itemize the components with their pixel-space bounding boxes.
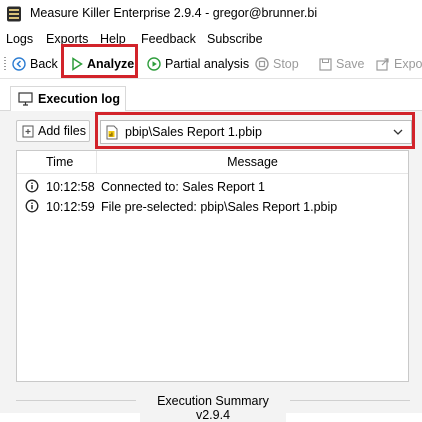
play-circle-icon (147, 57, 161, 71)
tab-execution-log[interactable]: Execution log (10, 86, 126, 111)
stop-button[interactable]: Stop (255, 54, 299, 74)
save-button[interactable]: Save (319, 54, 365, 74)
column-message[interactable]: Message (97, 155, 408, 169)
tab-label: Execution log (38, 92, 120, 106)
save-label: Save (336, 57, 365, 71)
toolbar-grip (4, 57, 6, 71)
menu-logs[interactable]: Logs (6, 32, 33, 46)
info-icon (25, 179, 39, 193)
window-title: Measure Killer Enterprise 2.9.4 - gregor… (30, 6, 318, 20)
execution-summary-title: Execution Summary v2.9.4 (140, 394, 286, 422)
summary-divider-left (16, 400, 136, 401)
export-label: Expor (394, 57, 422, 71)
title-bar: Measure Killer Enterprise 2.9.4 - gregor… (0, 0, 422, 28)
info-icon (25, 199, 39, 213)
export-icon (376, 57, 389, 71)
stop-label: Stop (273, 57, 299, 71)
back-label: Back (30, 57, 58, 71)
stop-icon (255, 57, 269, 71)
add-files-button[interactable]: Add files (16, 120, 90, 142)
floppy-disk-icon (319, 57, 332, 71)
monitor-icon (18, 92, 33, 106)
log-time: 10:12:58 (46, 180, 95, 194)
back-arrow-icon (12, 57, 26, 71)
menu-subscribe[interactable]: Subscribe (207, 32, 263, 46)
column-time[interactable]: Time (46, 155, 73, 169)
back-button[interactable]: Back (12, 54, 58, 74)
log-message: File pre-selected: pbip\Sales Report 1.p… (101, 200, 338, 214)
analyze-highlight-box (61, 44, 138, 78)
file-select-highlight-box (95, 112, 415, 149)
partial-analysis-label: Partial analysis (165, 57, 250, 71)
add-files-label: Add files (38, 124, 86, 138)
partial-analysis-button[interactable]: Partial analysis (147, 54, 249, 74)
app-logo-icon (7, 6, 21, 22)
add-file-icon (22, 125, 34, 137)
log-time: 10:12:59 (46, 200, 95, 214)
log-row[interactable]: 10:12:58 Connected to: Sales Report 1 (17, 177, 408, 197)
log-message: Connected to: Sales Report 1 (101, 180, 265, 194)
execution-log-list[interactable]: Time Message 10:12:58 Connected to: Sale… (16, 150, 409, 382)
summary-divider-right (290, 400, 410, 401)
log-header: Time Message (17, 151, 408, 174)
menu-feedback[interactable]: Feedback (141, 32, 196, 46)
export-button[interactable]: Expor (376, 54, 422, 74)
log-row[interactable]: 10:12:59 File pre-selected: pbip\Sales R… (17, 197, 408, 217)
